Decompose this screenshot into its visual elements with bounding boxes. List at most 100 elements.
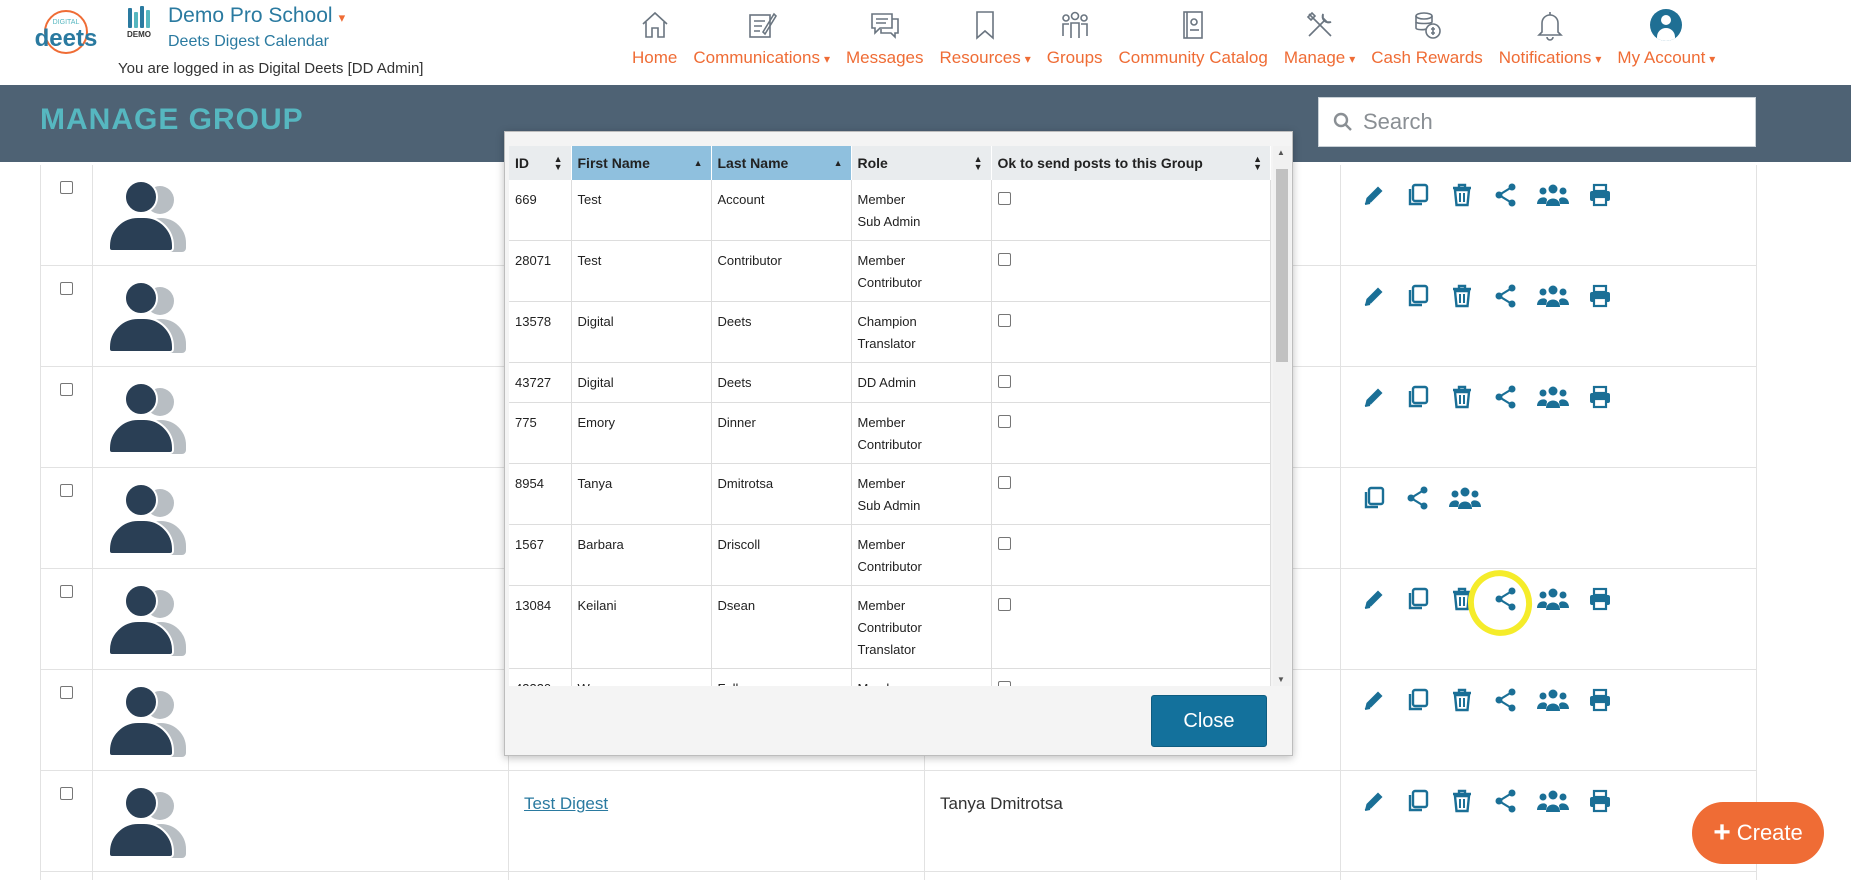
ok-to-send-checkbox[interactable] [997, 375, 1011, 388]
ok-to-send-checkbox[interactable] [997, 537, 1011, 550]
col-header-role[interactable]: Role ▲ ▼ [851, 146, 992, 180]
row-checkbox[interactable] [60, 383, 73, 396]
ok-to-send-checkbox[interactable] [997, 253, 1011, 266]
scroll-up-icon[interactable]: ▲ [1277, 148, 1285, 157]
search-box[interactable] [1318, 97, 1756, 147]
ok-to-send-cell [991, 585, 1271, 669]
modal-scrollbar[interactable]: ▲ ▼ [1273, 146, 1291, 686]
ok-to-send-cell [991, 402, 1271, 464]
calendar-link[interactable]: Deets Digest Calendar [168, 33, 329, 51]
members-table-scroll[interactable]: ID ▲ ▼ First Name ▲ Last Name ▲ Role ▲ ▼ Ok to… [509, 146, 1271, 686]
members-icon[interactable] [1536, 282, 1570, 310]
trash-icon[interactable] [1448, 181, 1476, 209]
edit-icon[interactable] [1360, 585, 1388, 613]
member-last-name: Account [711, 180, 852, 241]
row-checkbox[interactable] [60, 787, 73, 800]
nav-cash-rewards[interactable]: Cash Rewards [1363, 8, 1491, 74]
share-icon[interactable] [1492, 383, 1520, 411]
members-icon[interactable] [1536, 787, 1570, 815]
trash-icon[interactable] [1448, 282, 1476, 310]
row-checkbox[interactable] [60, 484, 73, 497]
copy-icon[interactable] [1404, 383, 1432, 411]
print-icon[interactable] [1586, 181, 1614, 209]
edit-icon[interactable] [1360, 686, 1388, 714]
create-button[interactable]: + Create [1692, 802, 1824, 864]
scroll-down-icon[interactable]: ▼ [1277, 675, 1285, 684]
copy-icon[interactable] [1404, 282, 1432, 310]
member-first-name: Test [571, 240, 712, 302]
share-icon[interactable] [1404, 484, 1432, 512]
print-icon[interactable] [1586, 787, 1614, 815]
col-header-ok-to-send[interactable]: Ok to send posts to this Group ▲ ▼ [991, 146, 1271, 180]
nav-home[interactable]: Home [624, 8, 685, 74]
nav-messages[interactable]: Messages [838, 8, 931, 74]
member-role: DD Admin [857, 375, 917, 390]
nav-home-label: Home [632, 48, 678, 67]
row-checkbox[interactable] [60, 686, 73, 699]
share-icon[interactable] [1492, 585, 1520, 613]
row-checkbox[interactable] [60, 585, 73, 598]
search-input[interactable] [1363, 109, 1743, 135]
nav-groups[interactable]: Groups [1039, 8, 1111, 74]
col-header-id[interactable]: ID ▲ ▼ [509, 146, 572, 180]
nav-resources[interactable]: Resources ▾ [931, 8, 1038, 74]
print-icon[interactable] [1586, 282, 1614, 310]
copy-icon[interactable] [1404, 181, 1432, 209]
col-header-first-name[interactable]: First Name ▲ [571, 146, 712, 180]
group-name-link[interactable]: Test Digest [524, 794, 608, 814]
edit-icon[interactable] [1360, 383, 1388, 411]
close-button[interactable]: Close [1151, 695, 1267, 747]
nav-notifications[interactable]: Notifications ▾ [1491, 8, 1610, 74]
edit-icon[interactable] [1360, 282, 1388, 310]
ok-to-send-checkbox[interactable] [997, 598, 1011, 611]
member-role: Member [857, 415, 906, 430]
ok-to-send-checkbox[interactable] [997, 415, 1011, 428]
catalog-icon [1183, 11, 1203, 39]
member-id: 28071 [509, 240, 572, 302]
print-icon[interactable] [1586, 383, 1614, 411]
copy-icon[interactable] [1360, 484, 1388, 512]
row-checkbox[interactable] [60, 282, 73, 295]
trash-icon[interactable] [1448, 686, 1476, 714]
copy-icon[interactable] [1404, 686, 1432, 714]
nav-community-catalog-label: Community Catalog [1118, 48, 1268, 67]
scrollbar-thumb[interactable] [1276, 169, 1288, 362]
members-icon[interactable] [1536, 686, 1570, 714]
ok-to-send-checkbox[interactable] [997, 192, 1011, 205]
member-id: 13084 [509, 585, 572, 669]
nav-communications[interactable]: Communications ▾ [685, 8, 838, 74]
nav-my-account[interactable]: My Account ▾ [1609, 8, 1723, 74]
trash-icon[interactable] [1448, 787, 1476, 815]
members-icon[interactable] [1536, 181, 1570, 209]
share-icon[interactable] [1492, 181, 1520, 209]
page-title: MANAGE GROUP [40, 103, 304, 136]
col-header-last-name[interactable]: Last Name ▲ [711, 146, 852, 180]
school-selector[interactable]: Demo Pro School ▾ [168, 4, 345, 28]
members-icon[interactable] [1448, 484, 1482, 512]
nav-manage[interactable]: Manage ▾ [1276, 8, 1363, 74]
ok-to-send-checkbox[interactable] [997, 681, 1011, 686]
edit-icon[interactable] [1360, 181, 1388, 209]
print-icon[interactable] [1586, 686, 1614, 714]
nav-community-catalog[interactable]: Community Catalog [1111, 8, 1276, 74]
col-header-last-name-label: Last Name [717, 155, 789, 171]
trash-icon[interactable] [1448, 585, 1476, 613]
sort-asc-icon: ▲ [833, 158, 843, 168]
members-icon[interactable] [1536, 585, 1570, 613]
ok-to-send-checkbox[interactable] [997, 314, 1011, 327]
nav-resources-label: Resources [939, 48, 1021, 67]
home-icon [642, 11, 668, 38]
copy-icon[interactable] [1404, 787, 1432, 815]
share-icon[interactable] [1492, 787, 1520, 815]
ok-to-send-checkbox[interactable] [997, 476, 1011, 489]
share-icon[interactable] [1492, 686, 1520, 714]
members-icon[interactable] [1536, 383, 1570, 411]
row-checkbox[interactable] [60, 181, 73, 194]
ok-to-send-cell [991, 301, 1271, 363]
edit-icon[interactable] [1360, 787, 1388, 815]
copy-icon[interactable] [1404, 585, 1432, 613]
deets-logo[interactable]: DIGITAL deets [30, 8, 102, 64]
trash-icon[interactable] [1448, 383, 1476, 411]
share-icon[interactable] [1492, 282, 1520, 310]
print-icon[interactable] [1586, 585, 1614, 613]
